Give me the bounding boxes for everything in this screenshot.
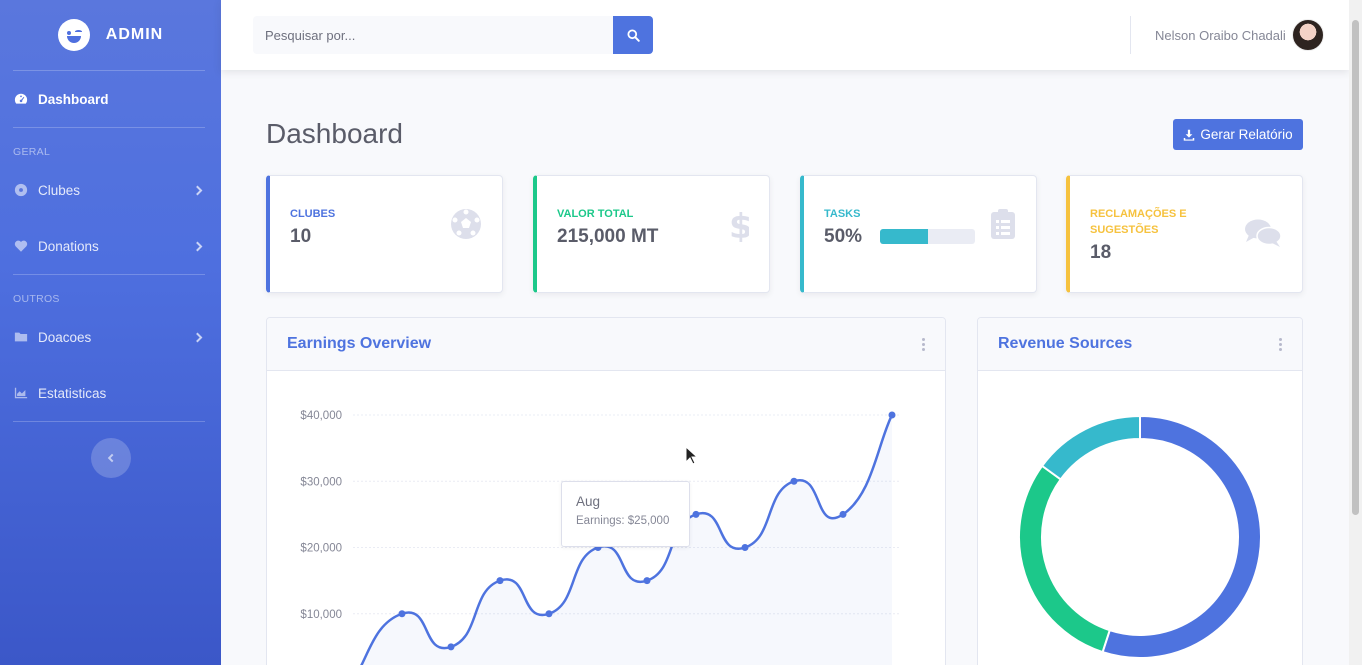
revenue-panel-title: Revenue Sources [998, 335, 1133, 352]
y-tick-label: $10,000 [300, 609, 342, 621]
search-button[interactable] [613, 16, 653, 54]
dollar-icon: $ [729, 208, 749, 242]
revenue-panel-header: Revenue Sources [978, 318, 1302, 371]
sidebar-item-label: Dashboard [38, 91, 109, 107]
data-point-nov [839, 510, 847, 518]
sidebar-item-label: Clubes [38, 182, 81, 198]
generate-report-label: Gerar Relatório [1200, 127, 1293, 142]
revenue-donut-chart [1018, 414, 1262, 659]
search-icon [626, 28, 640, 42]
data-point-dec [888, 411, 896, 419]
card-clubes: CLUBES 10 [266, 175, 503, 293]
comments-icon [1245, 219, 1282, 247]
tooltip-title: Aug [576, 494, 601, 509]
folder-icon [14, 332, 28, 342]
sidebar-heading-geral: GERAL [13, 146, 51, 158]
y-tick-label: $40,000 [300, 410, 342, 422]
laugh-wink-icon [57, 19, 90, 51]
avatar[interactable] [1292, 19, 1324, 51]
y-tick-label: $30,000 [300, 476, 342, 488]
sidebar-item-clubes[interactable]: Clubes [0, 162, 221, 218]
chart-tooltip: Aug Earnings: $25,000 [561, 481, 690, 547]
scrollbar-thumb[interactable] [1352, 20, 1359, 515]
chevron-right-icon [192, 185, 203, 195]
chevron-right-icon [192, 332, 203, 342]
download-icon [1184, 129, 1195, 141]
tachometer-icon [14, 93, 28, 104]
sidebar-divider [13, 421, 205, 422]
card-label: VALOR TOTAL [557, 208, 634, 220]
more-options-icon[interactable] [1279, 337, 1282, 351]
futbol-icon [451, 209, 481, 239]
sidebar-item-estatisticas[interactable]: Estatisticas [0, 365, 221, 421]
tasks-progress-fill [880, 229, 928, 244]
data-point-oct [790, 477, 798, 485]
donut-slice-1 [1101, 414, 1262, 659]
card-label: TASKS [824, 208, 861, 220]
heart-icon [14, 240, 28, 252]
sidebar-heading-outros: OUTROS [13, 293, 60, 305]
svg-text:$: $ [729, 208, 749, 242]
card-reclamacoes: RECLAMAÇÕES E SUGESTÕES 18 [1066, 175, 1303, 293]
earnings-panel-title: Earnings Overview [287, 335, 432, 352]
data-point-apr [496, 577, 504, 585]
scrollbar[interactable] [1349, 0, 1362, 665]
donut-slice-2 [1018, 464, 1111, 654]
card-value: 50% [824, 226, 863, 247]
data-point-jul [643, 577, 651, 585]
sidebar-toggle-button[interactable] [90, 438, 131, 478]
futbol-icon [14, 183, 28, 197]
sidebar-item-donations[interactable]: Donations [0, 218, 221, 274]
tasks-progress-bar [880, 229, 975, 244]
card-value: 215,000 MT [557, 226, 659, 247]
card-valor-total: VALOR TOTAL 215,000 MT $ [533, 175, 770, 293]
topbar-divider [1130, 16, 1131, 54]
more-options-icon[interactable] [922, 337, 925, 351]
brand-name: ADMIN [105, 26, 164, 43]
brand[interactable]: ADMIN [0, 0, 221, 70]
revenue-panel: Revenue Sources [977, 317, 1303, 665]
chevron-right-icon [192, 241, 203, 251]
card-value: 10 [290, 226, 312, 247]
card-value: 18 [1090, 242, 1112, 263]
sidebar-item-label: Donations [38, 238, 99, 254]
sidebar-item-label: Doacoes [38, 329, 92, 345]
data-point-mar [447, 643, 455, 651]
sidebar-item-dashboard[interactable]: Dashboard [0, 71, 221, 127]
mouse-cursor-icon [685, 446, 697, 465]
sidebar-item-doacoes[interactable]: Doacoes [0, 309, 221, 365]
y-tick-label: $20,000 [300, 543, 342, 555]
card-label: RECLAMAÇÕES E SUGESTÕES [1090, 208, 1187, 236]
generate-report-button[interactable]: Gerar Relatório [1173, 119, 1303, 150]
topbar: Nelson Oraibo Chadali [221, 0, 1349, 70]
search-form [253, 16, 653, 54]
sidebar: ADMIN Dashboard GERAL Clubes Donations O… [0, 0, 221, 665]
clipboard-list-icon [991, 209, 1015, 239]
user-name[interactable]: Nelson Oraibo Chadali [1155, 28, 1286, 43]
card-tasks: TASKS 50% [800, 175, 1037, 293]
data-point-may [545, 610, 553, 618]
chart-area-icon [14, 387, 28, 399]
data-point-aug [692, 510, 700, 518]
chevron-left-icon [107, 453, 117, 463]
data-point-sep [741, 544, 749, 551]
donut-slice-3 [1040, 414, 1141, 481]
page-title: Dashboard [266, 118, 403, 149]
card-label: CLUBES [290, 208, 336, 220]
tooltip-body: Earnings: $25,000 [576, 515, 670, 527]
search-input[interactable] [253, 16, 613, 54]
data-point-feb [398, 610, 406, 618]
sidebar-item-label: Estatisticas [38, 385, 107, 401]
earnings-panel-header: Earnings Overview [267, 318, 945, 371]
